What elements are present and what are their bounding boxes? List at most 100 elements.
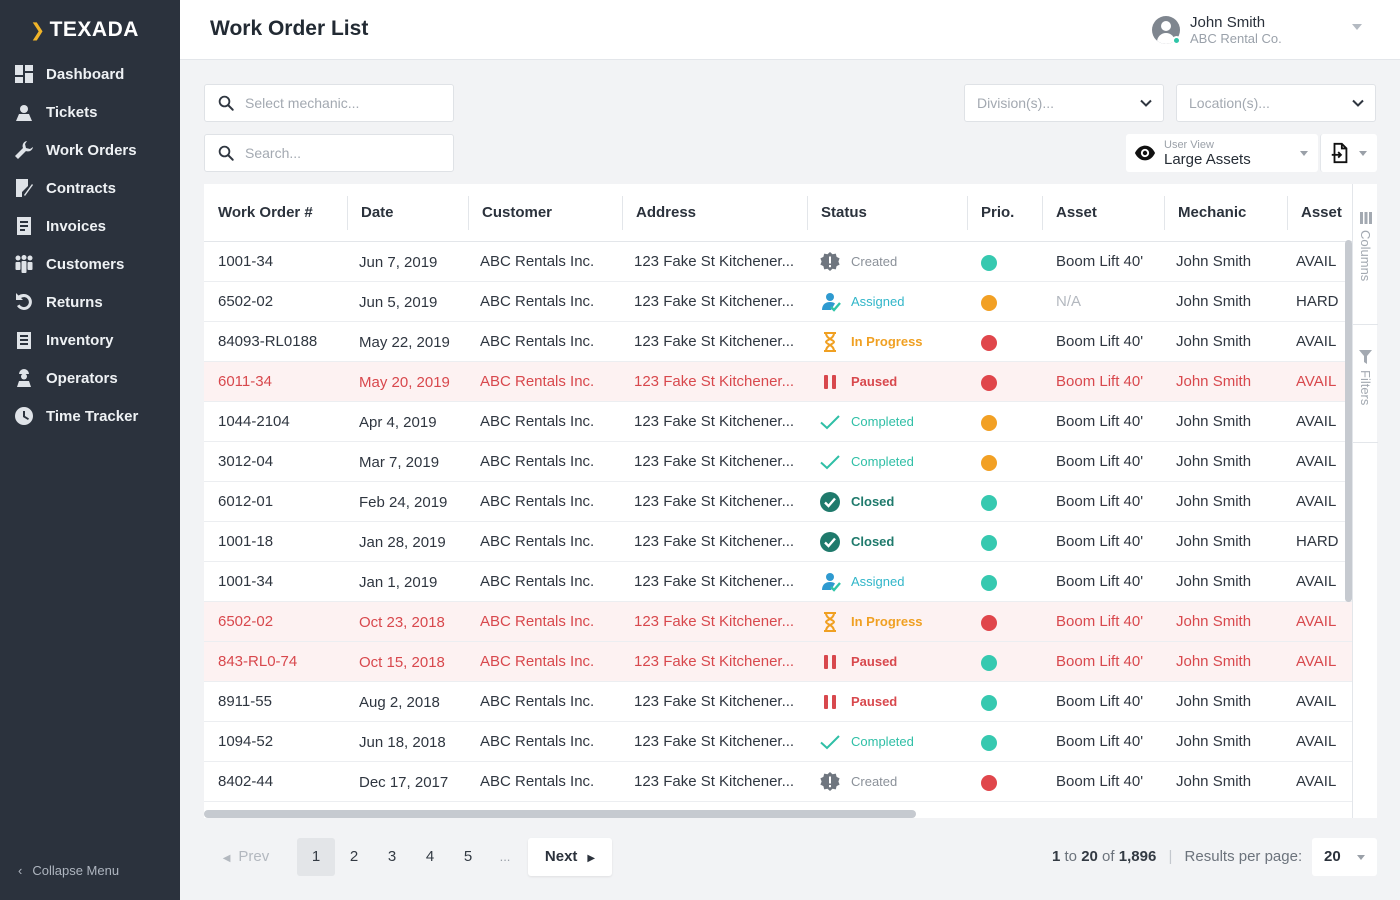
work-order-number[interactable]: 6502-02 <box>218 282 343 322</box>
prev-label: Prev <box>238 848 270 865</box>
columns-toggle[interactable]: Columns <box>1353 212 1378 281</box>
work-order-number[interactable]: 8911-55 <box>218 682 343 722</box>
sidebar-item-work-orders[interactable]: Work Orders <box>0 131 180 169</box>
mechanic-name: John Smith <box>1176 253 1252 270</box>
work-order-number[interactable]: 843-RL0-74 <box>218 642 343 682</box>
sidebar-item-tickets[interactable]: Tickets <box>0 93 180 131</box>
work-order-number[interactable]: 3012-04 <box>218 442 343 482</box>
table-row[interactable]: 8911-55 Aug 2, 2018 ABC Rentals Inc. 123 Fa… <box>204 682 1353 722</box>
customer-name: ABC Rentals Inc. <box>480 293 595 310</box>
mechanic-select[interactable]: Select mechanic... <box>204 84 454 122</box>
table-row[interactable]: 1044-2104 Apr 4, 2019 ABC Rentals Inc. 123 … <box>204 402 1353 442</box>
sidebar-item-label: Inventory <box>46 331 114 349</box>
column-header-work-order[interactable]: Work Order # <box>204 184 313 242</box>
work-order-number[interactable]: 8402-44 <box>218 762 343 802</box>
table-row[interactable]: 1001-34 Jun 7, 2019 ABC Rentals Inc. 123 Fa… <box>204 242 1353 282</box>
table-row[interactable]: 1001-18 Jan 28, 2019 ABC Rentals Inc. 123 F… <box>204 522 1353 562</box>
status-badge: Completed <box>819 442 964 482</box>
sidebar-item-returns[interactable]: Returns <box>0 283 180 321</box>
column-header-prio[interactable]: Prio. <box>967 184 1014 242</box>
table-row[interactable]: 6502-02 Oct 23, 2018 ABC Rentals Inc. 123 F… <box>204 602 1353 642</box>
texada-logo[interactable]: ❯ TEXADA <box>30 18 139 42</box>
work-order-number[interactable]: 84093-RL0188 <box>218 322 343 362</box>
prev-page-button[interactable]: ◀ Prev <box>206 838 286 876</box>
sidebar-item-label: Operators <box>46 369 118 387</box>
page-5-button[interactable]: 5 <box>449 838 487 876</box>
work-order-number[interactable]: 1001-34 <box>218 562 343 602</box>
pause-icon <box>819 371 841 393</box>
status-label: Assigned <box>851 294 905 309</box>
returns-icon <box>14 292 34 312</box>
address: 123 Fake St Kitchener... <box>634 573 795 590</box>
table-row[interactable]: 6502-02 Jun 5, 2019 ABC Rentals Inc. 123 Fa… <box>204 282 1353 322</box>
filters-toggle[interactable]: Filters <box>1353 350 1378 405</box>
column-header-address[interactable]: Address <box>622 184 696 242</box>
status-label: Closed <box>851 534 895 549</box>
clock-icon <box>14 406 34 426</box>
address: 123 Fake St Kitchener... <box>634 693 795 710</box>
table-row[interactable]: 1001-34 Jan 1, 2019 ABC Rentals Inc. 123 Fa… <box>204 562 1353 602</box>
search-input[interactable]: Search... <box>204 134 454 172</box>
column-header-status[interactable]: Status <box>807 184 867 242</box>
work-order-number[interactable]: 6502-02 <box>218 602 343 642</box>
page-3-button[interactable]: 3 <box>373 838 411 876</box>
work-order-number[interactable]: 1001-18 <box>218 522 343 562</box>
results-per-page-select[interactable]: 20 <box>1312 838 1377 876</box>
sidebar-item-label: Customers <box>46 255 125 273</box>
sidebar-item-contracts[interactable]: Contracts <box>0 169 180 207</box>
status-badge: Closed <box>819 482 964 522</box>
column-header-asset[interactable]: Asset <box>1042 184 1097 242</box>
sidebar-item-dashboard[interactable]: Dashboard <box>0 55 180 93</box>
table-row[interactable]: 6011-34 May 20, 2019 ABC Rentals Inc. 123 F… <box>204 362 1353 402</box>
results-per-page-label: Results per page: <box>1184 848 1303 865</box>
next-page-button[interactable]: Next ▶ <box>528 838 612 876</box>
customer-name: ABC Rentals Inc. <box>480 773 595 790</box>
column-header-asset-status[interactable]: Asset <box>1287 184 1342 242</box>
column-header-date[interactable]: Date <box>347 184 394 242</box>
table-row[interactable]: 6012-01 Feb 24, 2019 ABC Rentals Inc. 123 F… <box>204 482 1353 522</box>
work-order-number[interactable]: 6012-01 <box>218 482 343 522</box>
order-date: Feb 24, 2019 <box>359 494 448 511</box>
ticket-icon <box>14 102 34 122</box>
work-order-number[interactable]: 6011-34 <box>218 362 343 402</box>
user-menu-caret-icon[interactable] <box>1352 24 1362 30</box>
sidebar-item-inventory[interactable]: Inventory <box>0 321 180 359</box>
sidebar-item-customers[interactable]: Customers <box>0 245 180 283</box>
page-2-button[interactable]: 2 <box>335 838 373 876</box>
work-order-number[interactable]: 1044-2104 <box>218 402 343 442</box>
column-header-customer[interactable]: Customer <box>468 184 552 242</box>
column-header-mechanic[interactable]: Mechanic <box>1164 184 1246 242</box>
asset-name: Boom Lift 40' <box>1056 373 1144 390</box>
work-order-number[interactable]: 1001-34 <box>218 242 343 282</box>
status-badge: Assigned <box>819 282 964 322</box>
sidebar-item-time-tracker[interactable]: Time Tracker <box>0 397 180 435</box>
sidebar-item-invoices[interactable]: Invoices <box>0 207 180 245</box>
table-row[interactable]: 8402-44 Dec 17, 2017 ABC Rentals Inc. 123 F… <box>204 762 1353 802</box>
work-order-number[interactable]: 1094-52 <box>218 722 343 762</box>
range-end: 20 <box>1081 848 1098 865</box>
table-row[interactable]: 3012-04 Mar 7, 2019 ABC Rentals Inc. 123 Fa… <box>204 442 1353 482</box>
horizontal-scrollbar[interactable] <box>204 810 916 818</box>
asset-status: HARD <box>1296 293 1339 310</box>
status-badge: Completed <box>819 402 964 442</box>
collapse-menu-button[interactable]: ‹ Collapse Menu <box>18 863 119 878</box>
page-1-button[interactable]: 1 <box>297 838 335 876</box>
address: 123 Fake St Kitchener... <box>634 653 795 670</box>
chevron-down-icon <box>1352 99 1364 107</box>
table-row[interactable]: 843-RL0-74 Oct 15, 2018 ABC Rentals Inc. 12… <box>204 642 1353 682</box>
user-view-select[interactable]: User View Large Assets <box>1126 134 1318 172</box>
table-row[interactable]: 84093-RL0188 May 22, 2019 ABC Rentals Inc.… <box>204 322 1353 362</box>
page-4-button[interactable]: 4 <box>411 838 449 876</box>
caret-right-icon: ▶ <box>587 853 596 864</box>
asset-status: AVAIL <box>1296 253 1337 270</box>
export-button[interactable] <box>1320 134 1377 172</box>
address: 123 Fake St Kitchener... <box>634 773 795 790</box>
customers-icon <box>14 254 34 274</box>
location-select[interactable]: Location(s)... <box>1176 84 1376 122</box>
division-select[interactable]: Division(s)... <box>964 84 1164 122</box>
customer-name: ABC Rentals Inc. <box>480 453 595 470</box>
vertical-scrollbar[interactable] <box>1345 240 1352 602</box>
sidebar-item-operators[interactable]: Operators <box>0 359 180 397</box>
customer-name: ABC Rentals Inc. <box>480 333 595 350</box>
table-row[interactable]: 1094-52 Jun 18, 2018 ABC Rentals Inc. 123 F… <box>204 722 1353 762</box>
